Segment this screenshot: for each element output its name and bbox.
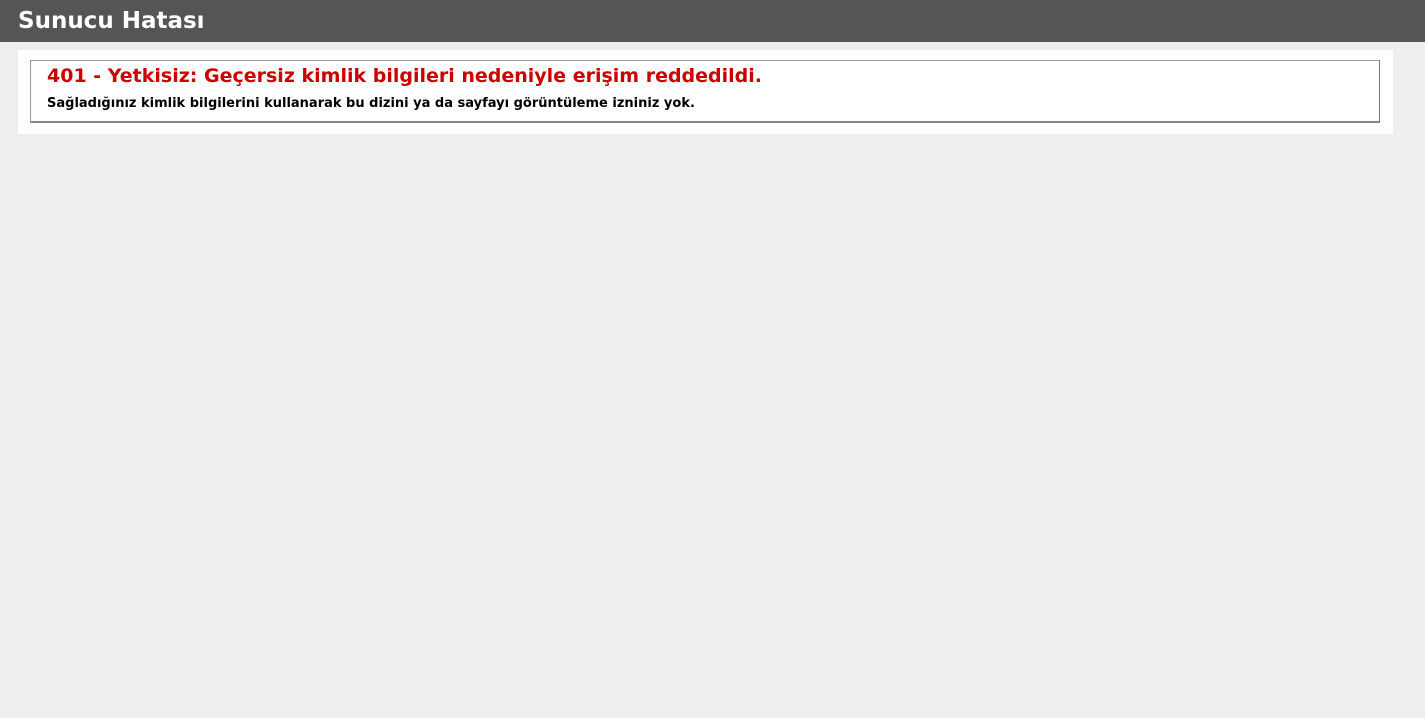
- content-panel: 401 - Yetkisiz: Geçersiz kimlik bilgiler…: [18, 50, 1393, 134]
- error-message: Sağladığınız kimlik bilgilerini kullanar…: [47, 96, 695, 111]
- page-title: Sunucu Hatası: [18, 7, 205, 34]
- error-box: 401 - Yetkisiz: Geçersiz kimlik bilgiler…: [30, 60, 1380, 123]
- header-bar: Sunucu Hatası: [0, 0, 1425, 42]
- error-heading: 401 - Yetkisiz: Geçersiz kimlik bilgiler…: [47, 65, 762, 87]
